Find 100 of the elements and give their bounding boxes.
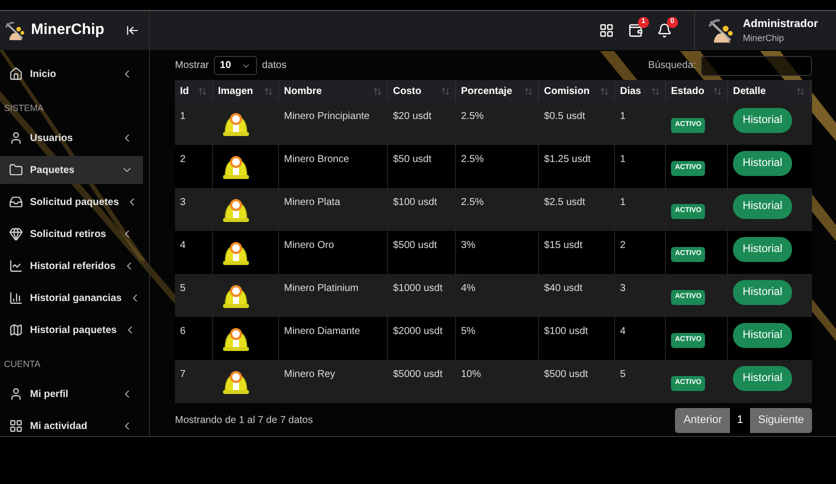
sidebar-label: Historial referidos bbox=[30, 260, 116, 274]
table-cell: 4 bbox=[620, 326, 626, 337]
sidebar-item[interactable]: Historial referidos bbox=[0, 252, 143, 280]
bar-chart-icon bbox=[9, 291, 23, 305]
datos-label: datos bbox=[262, 59, 286, 73]
wallet-icon[interactable] bbox=[628, 23, 643, 38]
table-cell: 10% bbox=[461, 369, 482, 380]
folder-icon bbox=[9, 163, 23, 177]
section-heading: SISTEMA bbox=[4, 102, 44, 114]
user-subtitle: MinerChip bbox=[742, 32, 785, 45]
table-cell: 2.5% bbox=[461, 111, 484, 122]
sidebar-item[interactable]: Historial paquetes bbox=[0, 316, 143, 344]
pagination-button[interactable]: Anterior bbox=[675, 408, 730, 433]
grid-icon bbox=[9, 419, 23, 433]
search-label: Búsqueda: bbox=[648, 59, 696, 73]
sidebar-item[interactable]: Solicitud paquetes bbox=[0, 188, 143, 216]
table-cell: $500 usdt bbox=[393, 240, 437, 251]
table-cell: $100 usdt bbox=[544, 326, 588, 337]
sidebar-item[interactable]: Solicitud retiros bbox=[0, 220, 143, 248]
history-button[interactable]: Historial bbox=[733, 108, 792, 133]
sort-icon bbox=[651, 86, 660, 96]
brand-name: MinerChip bbox=[31, 20, 106, 40]
sidebar-item[interactable]: Mi actividad bbox=[0, 412, 143, 436]
table-cell: 2.5% bbox=[461, 197, 484, 208]
sidebar-item[interactable]: Paquetes bbox=[0, 156, 143, 184]
user-name: Administrador bbox=[742, 16, 818, 32]
table-cell: 3 bbox=[180, 197, 186, 208]
user-icon bbox=[9, 131, 23, 145]
sidebar-label: Solicitud paquetes bbox=[30, 196, 119, 210]
table-cell: $100 usdt bbox=[393, 197, 437, 208]
line-chart-icon bbox=[9, 259, 23, 273]
history-button[interactable]: Historial bbox=[733, 322, 792, 348]
table-cell: $50 usdt bbox=[393, 154, 432, 165]
history-button[interactable]: Historial bbox=[733, 280, 792, 305]
table-cell: Minero Plata bbox=[284, 197, 340, 208]
sidebar-label: Historial ganancias bbox=[30, 292, 122, 306]
table-cell: 5 bbox=[180, 283, 186, 294]
table-cell: Minero Rey bbox=[284, 369, 336, 380]
table-cell: $1.25 usdt bbox=[544, 154, 591, 165]
table-cell: Minero Diamante bbox=[284, 326, 360, 337]
table-cell: 2 bbox=[620, 240, 626, 251]
sort-icon bbox=[264, 86, 273, 96]
table-cell: 3% bbox=[461, 240, 476, 251]
collapse-icon[interactable] bbox=[126, 24, 139, 37]
table-cell: 1 bbox=[180, 111, 186, 122]
sort-icon bbox=[600, 86, 609, 96]
sort-icon bbox=[524, 86, 533, 96]
history-button[interactable]: Historial bbox=[733, 366, 792, 391]
inbox-icon bbox=[9, 195, 23, 209]
pagination-button[interactable]: Siguiente bbox=[750, 408, 812, 433]
search-field[interactable] bbox=[701, 56, 812, 76]
sort-icon bbox=[713, 86, 722, 96]
table-cell: $20 usdt bbox=[393, 111, 432, 122]
sidebar-item[interactable]: Usuarios bbox=[0, 124, 143, 152]
table-cell: 7 bbox=[180, 369, 186, 380]
sort-icon bbox=[198, 86, 207, 96]
home-icon bbox=[9, 67, 23, 81]
sort-icon bbox=[441, 86, 450, 96]
table-cell: Minero Principiante bbox=[284, 111, 370, 122]
gem-icon bbox=[9, 227, 23, 241]
history-button[interactable]: Historial bbox=[733, 236, 792, 262]
table-cell: Minero Platinium bbox=[284, 283, 358, 294]
sidebar-label: Mi actividad bbox=[30, 420, 88, 434]
history-button[interactable]: Historial bbox=[733, 194, 792, 219]
bell-icon[interactable] bbox=[656, 23, 672, 38]
map-icon bbox=[9, 323, 23, 337]
user-icon bbox=[9, 387, 23, 401]
table-cell: $500 usdt bbox=[544, 369, 588, 380]
table-cell: 1 bbox=[620, 154, 626, 165]
table-cell: Minero Oro bbox=[284, 240, 334, 251]
table-cell: 4 bbox=[180, 240, 186, 251]
show-label: Mostrar bbox=[175, 59, 209, 73]
table-cell: 2 bbox=[180, 154, 186, 165]
sidebar-item[interactable]: Historial ganancias bbox=[0, 284, 143, 312]
table-cell: 5 bbox=[620, 369, 626, 380]
pickaxe-logo-icon bbox=[4, 20, 26, 42]
table-cell: Minero Bronce bbox=[284, 154, 350, 165]
pagination-button[interactable]: 1 bbox=[730, 408, 750, 433]
sidebar-label: Historial paquetes bbox=[30, 324, 117, 338]
sidebar-item[interactable]: Inicio bbox=[0, 60, 143, 88]
table-cell: 1 bbox=[620, 111, 626, 122]
sort-icon bbox=[373, 86, 382, 96]
table-cell: $40 usdt bbox=[544, 283, 582, 294]
sidebar-label: Inicio bbox=[30, 68, 58, 82]
apps-icon[interactable] bbox=[598, 23, 614, 38]
table-cell: $1000 usdt bbox=[393, 283, 442, 294]
table-cell: 4% bbox=[461, 283, 476, 294]
sidebar-label: Mi perfil bbox=[30, 388, 70, 402]
table-cell: $2.5 usdt bbox=[544, 197, 586, 208]
history-button[interactable]: Historial bbox=[733, 150, 792, 176]
sidebar-item[interactable]: Mi perfil bbox=[0, 380, 143, 408]
avatar-icon bbox=[706, 16, 735, 44]
table-cell: 2.5% bbox=[461, 154, 484, 165]
page-size-select[interactable]: 10 bbox=[214, 56, 258, 75]
sort-icon bbox=[796, 86, 805, 96]
table-cell: 6 bbox=[180, 326, 186, 337]
table-cell: 1 bbox=[620, 197, 626, 208]
sidebar-label: Paquetes bbox=[30, 164, 76, 178]
table-cell: $0.5 usdt bbox=[544, 111, 586, 122]
table-cell: $2000 usdt bbox=[393, 326, 442, 337]
